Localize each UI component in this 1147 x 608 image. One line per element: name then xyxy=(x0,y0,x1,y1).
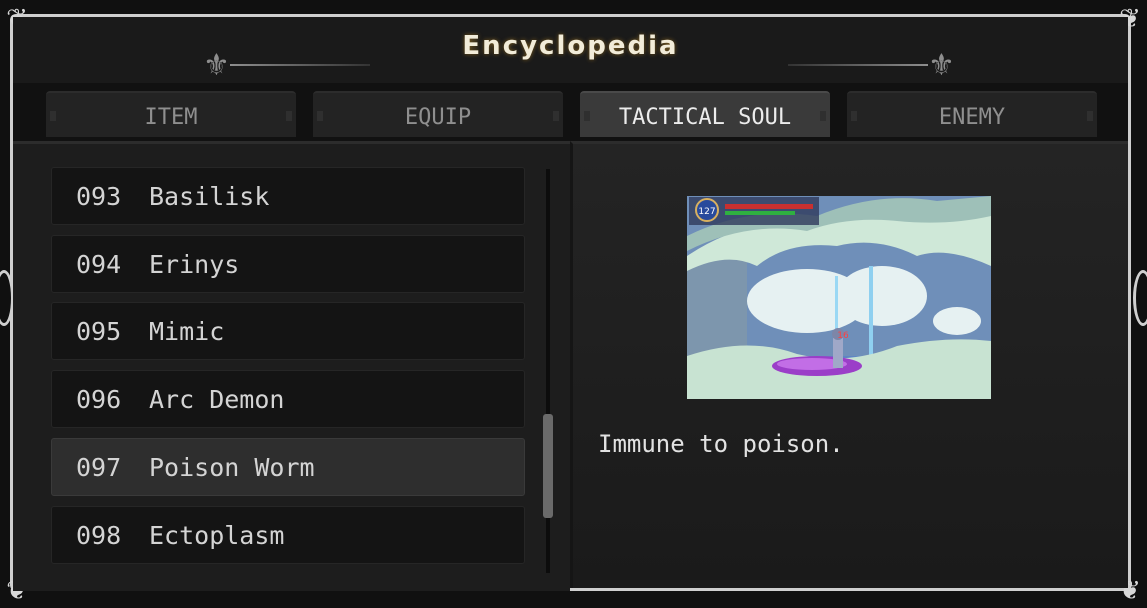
fleur-right-icon: ⚜ xyxy=(788,47,955,83)
tab-bar: ITEM EQUIP TACTICAL SOUL ENEMY xyxy=(13,83,1128,141)
entry-name: Basilisk xyxy=(149,181,270,211)
entry-list: 093 Basilisk 094 Erinys 095 Mimic 096 Ar… xyxy=(13,141,570,591)
list-item[interactable]: 093 Basilisk xyxy=(51,167,525,225)
damage-readout: 16 xyxy=(837,331,849,341)
entry-number: 093 xyxy=(76,181,122,211)
entry-number: 094 xyxy=(76,249,122,279)
tab-tactical-soul[interactable]: TACTICAL SOUL xyxy=(580,91,830,137)
page-title: Encyclopedia xyxy=(462,31,679,61)
entry-name: Arc Demon xyxy=(149,384,285,414)
list-item[interactable]: 096 Arc Demon xyxy=(51,370,525,428)
detail-panel: 127 16 Immune to poison. xyxy=(570,141,1128,588)
cave-scene-icon: 127 16 xyxy=(687,196,991,399)
side-ornament-icon xyxy=(1133,270,1147,326)
tab-item[interactable]: ITEM xyxy=(46,91,296,137)
entry-name: Mimic xyxy=(149,316,225,346)
list-item[interactable]: 098 Ectoplasm xyxy=(51,506,525,564)
title-bar: ⚜ Encyclopedia ⚜ xyxy=(13,17,1128,85)
list-item-selected[interactable]: 097 Poison Worm xyxy=(51,438,525,496)
list-item[interactable]: 095 Mimic xyxy=(51,302,525,360)
entry-name: Ectoplasm xyxy=(149,520,285,550)
entry-name: Erinys xyxy=(149,249,240,279)
tab-equip[interactable]: EQUIP xyxy=(313,91,563,137)
entry-description: Immune to poison. xyxy=(598,430,844,458)
entry-name: Poison Worm xyxy=(149,452,315,482)
hp-readout: 127 xyxy=(698,207,715,217)
entry-number: 096 xyxy=(76,384,122,414)
scrollbar-thumb[interactable] xyxy=(543,414,553,518)
entry-number: 095 xyxy=(76,316,122,346)
enemy-preview-image: 127 16 xyxy=(687,196,991,399)
tab-enemy[interactable]: ENEMY xyxy=(847,91,1097,137)
list-item[interactable]: 094 Erinys xyxy=(51,235,525,293)
entry-number: 097 xyxy=(76,452,122,482)
entry-number: 098 xyxy=(76,520,122,550)
